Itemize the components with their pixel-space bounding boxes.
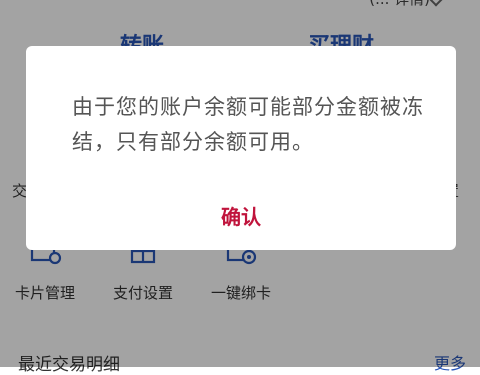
confirm-button[interactable]: 确认 — [26, 180, 456, 250]
bank-app-page: (... 详情) 转账 买理财 交 置 卡片管理 — [0, 0, 480, 375]
dialog-message: 由于您的账户余额可能部分金额被冻结，只有部分余额可用。 — [72, 95, 424, 154]
alert-dialog: 由于您的账户余额可能部分金额被冻结，只有部分余额可用。 确认 — [26, 46, 456, 250]
